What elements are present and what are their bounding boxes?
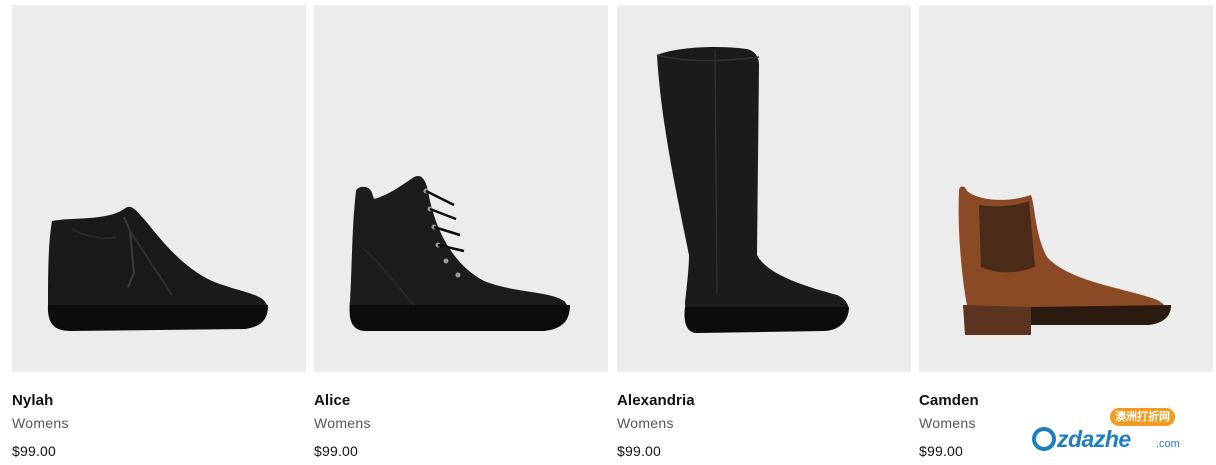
product-image[interactable] xyxy=(617,5,911,372)
product-category: Womens xyxy=(12,415,69,431)
product-name[interactable]: Nylah xyxy=(12,392,53,409)
product-price: $99.00 xyxy=(919,443,964,459)
product-image[interactable] xyxy=(314,5,608,372)
product-card[interactable]: Nylah Womens $99.00 xyxy=(12,5,306,465)
product-image[interactable] xyxy=(12,5,306,372)
product-image[interactable] xyxy=(919,5,1213,372)
watermark-brand: zdazhe xyxy=(1032,426,1131,453)
product-name[interactable]: Camden xyxy=(919,392,979,409)
product-price: $99.00 xyxy=(12,443,57,459)
product-card[interactable]: Camden Womens $99.00 xyxy=(919,5,1213,465)
black-zip-ankle-boot-icon xyxy=(47,206,268,331)
black-knee-high-boot-icon xyxy=(656,47,849,333)
watermark-domain: .com xyxy=(1156,438,1180,450)
product-category: Womens xyxy=(617,415,674,431)
watermark-logo: 澳洲打折网 zdazhe .com xyxy=(1030,405,1190,460)
product-grid: Nylah Womens $99.00 Alice Womens $99.00 xyxy=(12,5,1213,465)
watermark-o-icon xyxy=(1032,427,1056,451)
tan-chelsea-boot-icon xyxy=(958,186,1171,335)
product-name[interactable]: Alexandria xyxy=(617,392,695,409)
product-card[interactable]: Alexandria Womens $99.00 xyxy=(617,5,911,465)
product-card[interactable]: Alice Womens $99.00 xyxy=(314,5,608,465)
product-category: Womens xyxy=(919,415,976,431)
watermark-badge: 澳洲打折网 xyxy=(1110,408,1175,426)
product-price: $99.00 xyxy=(314,443,359,459)
product-price: $99.00 xyxy=(617,443,662,459)
black-lace-up-boot-icon xyxy=(349,175,570,331)
product-name[interactable]: Alice xyxy=(314,392,350,409)
product-category: Womens xyxy=(314,415,371,431)
